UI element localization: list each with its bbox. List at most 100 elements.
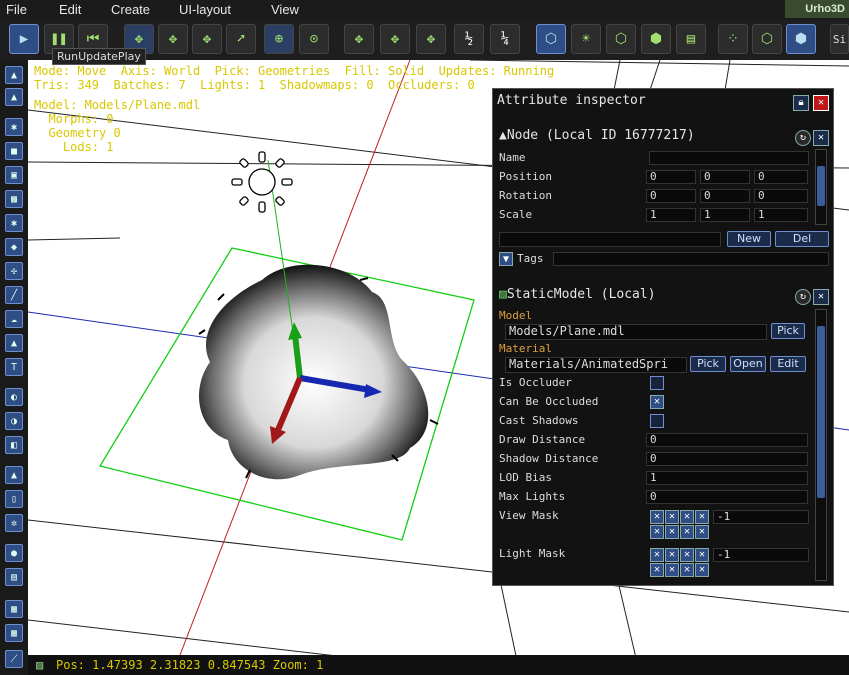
fill-wireframe-button[interactable]: ⬡ — [752, 24, 782, 54]
node-close-button[interactable]: ✕ — [813, 130, 829, 146]
snap-scale-button[interactable]: ✥ — [416, 24, 446, 54]
view-mask-bit[interactable]: ✕ — [680, 510, 694, 524]
snap-move-button[interactable]: ✥ — [344, 24, 374, 54]
lod-bias-field[interactable]: 1 — [646, 471, 808, 485]
rotation-y-field[interactable]: 0 — [700, 189, 750, 203]
view-mask-bit[interactable]: ✕ — [650, 510, 664, 524]
menu-edit[interactable]: Edit — [59, 2, 81, 17]
position-y-field[interactable]: 0 — [700, 170, 750, 184]
node-scroll-thumb[interactable] — [817, 166, 825, 206]
draw-distance-field[interactable]: 0 — [646, 433, 808, 447]
world-axis-button[interactable]: ⊕ — [264, 24, 294, 54]
new-replicated-node-icon[interactable]: ▲ — [5, 88, 23, 106]
directional-light-icon[interactable] — [231, 151, 293, 213]
pick-rigidbodies-button[interactable]: ⬢ — [641, 24, 671, 54]
rotate-mode-button[interactable]: ✥ — [158, 24, 188, 54]
view-mask-bit[interactable]: ✕ — [665, 525, 679, 539]
tag-input[interactable] — [499, 232, 721, 247]
billboard-icon[interactable]: ◆ — [5, 238, 23, 256]
material-edit-button[interactable]: Edit — [770, 356, 806, 372]
component-reset-button[interactable]: ↻ — [795, 289, 811, 305]
sound-listener-icon[interactable]: ◑ — [5, 412, 23, 430]
light-mask-bit[interactable]: ✕ — [665, 563, 679, 577]
material-field[interactable]: Materials/AnimatedSpri — [505, 357, 687, 373]
light-mask-bit[interactable]: ✕ — [695, 548, 709, 562]
static-model-icon[interactable]: ▩ — [5, 190, 23, 208]
light-mask-bit[interactable]: ✕ — [665, 548, 679, 562]
local-axis-button[interactable]: ⊙ — [299, 24, 329, 54]
cast-shadows-checkbox[interactable] — [650, 414, 664, 428]
snap-rotate-button[interactable]: ✥ — [380, 24, 410, 54]
view-mask-bit[interactable]: ✕ — [650, 525, 664, 539]
new-tag-button[interactable]: New — [727, 231, 771, 247]
view-mask-bit[interactable]: ✕ — [695, 525, 709, 539]
script-instance-icon[interactable]: ▤ — [5, 568, 23, 586]
pick-geometries-button[interactable]: ⬡ — [536, 24, 566, 54]
attribute-inspector-window[interactable]: Attribute inspector 🔒︎ ✕ ▲Node (Local ID… — [492, 88, 834, 586]
view-mask-bit[interactable]: ✕ — [680, 525, 694, 539]
snap-half-button[interactable]: ½ — [454, 24, 484, 54]
can-be-occluded-checkbox[interactable]: ✕ — [650, 395, 664, 409]
pin-button[interactable]: 🔒︎ — [793, 95, 809, 111]
position-z-field[interactable]: 0 — [754, 170, 808, 184]
menu-ui-layout[interactable]: UI-layout — [179, 2, 231, 17]
max-lights-field[interactable]: 0 — [646, 490, 808, 504]
component-scroll-thumb[interactable] — [817, 326, 825, 498]
light-mask-bit[interactable]: ✕ — [650, 563, 664, 577]
zone-component-icon[interactable]: ▣ — [5, 166, 23, 184]
view-mask-bit[interactable]: ✕ — [665, 510, 679, 524]
menu-create[interactable]: Create — [111, 2, 150, 17]
particle-emitter-icon[interactable]: ✣ — [5, 262, 23, 280]
rotation-x-field[interactable]: 0 — [646, 189, 696, 203]
material-pick-button[interactable]: Pick — [690, 356, 726, 372]
animation-controller-icon[interactable]: ● — [5, 544, 23, 562]
light-mask-bit[interactable]: ✕ — [680, 563, 694, 577]
component-scrollbar[interactable] — [815, 309, 827, 581]
select-mode-button[interactable]: ➚ — [226, 24, 256, 54]
light-component-icon[interactable]: ✱ — [5, 118, 23, 136]
view-mask-bit[interactable]: ✕ — [695, 510, 709, 524]
play-button[interactable]: ▶ — [9, 24, 39, 54]
sound-source-icon[interactable]: ◐ — [5, 388, 23, 406]
text3d-icon[interactable]: T — [5, 358, 23, 376]
tags-field[interactable] — [553, 252, 829, 266]
pick-lights-button[interactable]: ☀ — [571, 24, 601, 54]
constraint-icon[interactable]: ✲ — [5, 514, 23, 532]
pick-ui-button[interactable]: ▤ — [676, 24, 706, 54]
animated-model-icon[interactable]: ✱ — [5, 214, 23, 232]
light-mask-bit[interactable]: ✕ — [695, 563, 709, 577]
pick-zones-button[interactable]: ⬡ — [606, 24, 636, 54]
menu-view[interactable]: View — [271, 2, 299, 17]
ribbon-trail-icon[interactable]: ╱ — [5, 286, 23, 304]
node-reset-button[interactable]: ↻ — [795, 130, 811, 146]
is-occluder-checkbox[interactable] — [650, 376, 664, 390]
shadow-distance-field[interactable]: 0 — [646, 452, 808, 466]
navigable-icon[interactable]: ▦ — [5, 624, 23, 642]
light-mask-bit[interactable]: ✕ — [680, 548, 694, 562]
fill-points-button[interactable]: ⁘ — [718, 24, 748, 54]
menu-file[interactable]: File — [6, 2, 27, 17]
scale-x-field[interactable]: 1 — [646, 208, 696, 222]
scale-mode-button[interactable]: ✥ — [192, 24, 222, 54]
tags-expand-button[interactable]: ▼ — [499, 252, 513, 266]
light-mask-bit[interactable]: ✕ — [650, 548, 664, 562]
scale-y-field[interactable]: 1 — [700, 208, 750, 222]
name-field[interactable] — [649, 151, 809, 165]
light-mask-field[interactable]: -1 — [713, 548, 809, 562]
close-window-button[interactable]: ✕ — [813, 95, 829, 111]
navigation-mesh-icon[interactable]: ▦ — [5, 600, 23, 618]
rotation-z-field[interactable]: 0 — [754, 189, 808, 203]
offmesh-connection-icon[interactable]: ⟋ — [5, 650, 23, 668]
new-node-icon[interactable]: ▲ — [5, 66, 23, 84]
view-mask-field[interactable]: -1 — [713, 510, 809, 524]
delete-tag-button[interactable]: Del — [775, 231, 829, 247]
scale-z-field[interactable]: 1 — [754, 208, 808, 222]
model-pick-button[interactable]: Pick — [771, 323, 805, 339]
terrain-icon[interactable]: ▲ — [5, 334, 23, 352]
component-close-button[interactable]: ✕ — [813, 289, 829, 305]
material-open-button[interactable]: Open — [730, 356, 766, 372]
sound-icon[interactable]: ◧ — [5, 436, 23, 454]
model-field[interactable]: Models/Plane.mdl — [505, 324, 767, 340]
skybox-icon[interactable]: ☁ — [5, 310, 23, 328]
side-panel-button[interactable]: Si — [830, 24, 849, 54]
